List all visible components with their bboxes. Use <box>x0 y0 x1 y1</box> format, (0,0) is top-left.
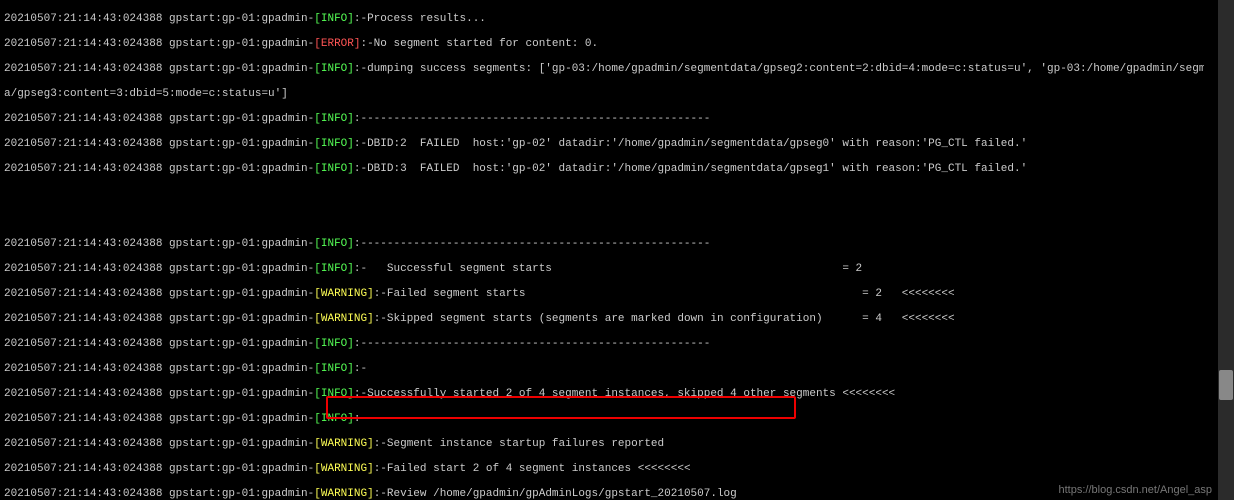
log-line: 20210507:21:14:43:024388 gpstart:gp-01:g… <box>4 313 1200 326</box>
log-line: 20210507:21:14:43:024388 gpstart:gp-01:g… <box>4 288 1200 301</box>
log-line: 20210507:21:14:43:024388 gpstart:gp-01:g… <box>4 438 1200 451</box>
log-line <box>4 188 1200 201</box>
watermark-text: https://blog.csdn.net/Angel_asp <box>1059 484 1213 497</box>
log-line: 20210507:21:14:43:024388 gpstart:gp-01:g… <box>4 463 1200 476</box>
log-line: 20210507:21:14:43:024388 gpstart:gp-01:g… <box>4 413 1200 426</box>
scrollbar-track[interactable] <box>1218 0 1234 500</box>
log-line: 20210507:21:14:43:024388 gpstart:gp-01:g… <box>4 63 1200 76</box>
log-line: a/gpseg3:content=3:dbid=5:mode=c:status=… <box>4 88 1200 101</box>
log-line: 20210507:21:14:43:024388 gpstart:gp-01:g… <box>4 338 1200 351</box>
log-line: 20210507:21:14:43:024388 gpstart:gp-01:g… <box>4 113 1200 126</box>
log-line: 20210507:21:14:43:024388 gpstart:gp-01:g… <box>4 363 1200 376</box>
log-line: 20210507:21:14:43:024388 gpstart:gp-01:g… <box>4 13 1200 26</box>
log-line: 20210507:21:14:43:024388 gpstart:gp-01:g… <box>4 38 1200 51</box>
log-line <box>4 213 1200 226</box>
log-line: 20210507:21:14:43:024388 gpstart:gp-01:g… <box>4 263 1200 276</box>
terminal-output[interactable]: 20210507:21:14:43:024388 gpstart:gp-01:g… <box>0 0 1204 500</box>
log-line: 20210507:21:14:43:024388 gpstart:gp-01:g… <box>4 238 1200 251</box>
scrollbar-thumb[interactable] <box>1219 370 1233 400</box>
log-line: 20210507:21:14:43:024388 gpstart:gp-01:g… <box>4 388 1200 401</box>
log-line: 20210507:21:14:43:024388 gpstart:gp-01:g… <box>4 163 1200 176</box>
log-line: 20210507:21:14:43:024388 gpstart:gp-01:g… <box>4 488 1200 500</box>
log-line: 20210507:21:14:43:024388 gpstart:gp-01:g… <box>4 138 1200 151</box>
